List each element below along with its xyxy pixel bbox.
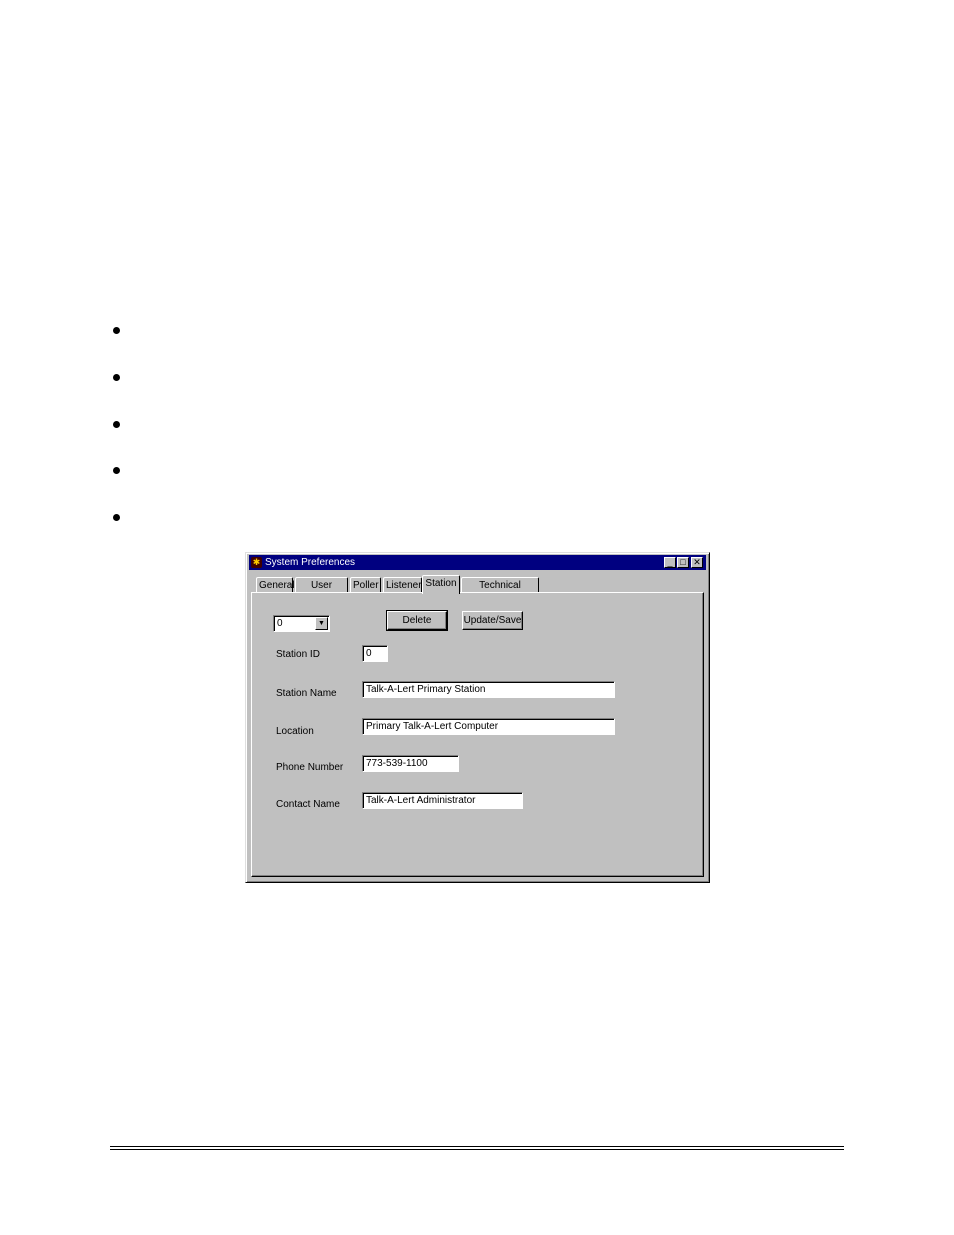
station-name-field[interactable]: Talk-A-Lert Primary Station: [362, 681, 615, 698]
phone-number-label: Phone Number: [276, 762, 344, 773]
delete-button[interactable]: Delete: [386, 610, 448, 631]
bullet-icon: [113, 327, 120, 334]
station-id-value: 0: [366, 648, 372, 659]
phone-number-field[interactable]: 773-539-1100: [362, 755, 459, 772]
tab-poller[interactable]: Poller: [350, 577, 381, 593]
chevron-down-icon[interactable]: ▼: [315, 617, 328, 630]
update-save-button-label: Update/Save: [463, 615, 522, 626]
bullet-icon: [113, 421, 120, 428]
tab-listener[interactable]: Listener: [383, 577, 422, 593]
maximize-icon: □: [680, 557, 686, 567]
station-id-field[interactable]: 0: [362, 645, 388, 662]
delete-button-label: Delete: [402, 615, 432, 626]
tab-label: Listener: [386, 580, 422, 591]
maximize-button[interactable]: □: [677, 557, 689, 568]
update-save-button[interactable]: Update/Save: [462, 611, 523, 630]
contact-name-label: Contact Name: [276, 799, 340, 810]
tab-station[interactable]: Station: [422, 575, 460, 594]
bullet-icon: [113, 514, 120, 521]
station-name-value: Talk-A-Lert Primary Station: [366, 684, 486, 695]
tab-label: Station: [425, 578, 457, 589]
app-icon[interactable]: ✱: [251, 557, 262, 568]
location-field[interactable]: Primary Talk-A-Lert Computer: [362, 718, 615, 735]
close-button[interactable]: ✕: [691, 557, 703, 568]
contact-name-field[interactable]: Talk-A-Lert Administrator: [362, 792, 523, 809]
footer-rule: [110, 1149, 844, 1150]
tab-general[interactable]: General: [256, 577, 295, 593]
station-id-label: Station ID: [276, 649, 320, 660]
bullet-icon: [113, 467, 120, 474]
station-name-label: Station Name: [276, 688, 337, 699]
location-value: Primary Talk-A-Lert Computer: [366, 721, 499, 732]
tab-label: General: [259, 580, 295, 591]
station-selector[interactable]: 0 ▼: [273, 615, 330, 632]
tab-technical-support[interactable]: Technical Support: [461, 577, 539, 606]
station-selector-value: 0: [277, 618, 283, 629]
contact-name-value: Talk-A-Lert Administrator: [366, 795, 476, 806]
tab-user-config[interactable]: User Config: [295, 577, 348, 606]
tab-label: Poller: [353, 580, 379, 591]
location-label: Location: [276, 726, 314, 737]
title-bar[interactable]: ✱ System Preferences _ □ ✕: [249, 555, 706, 570]
minimize-button[interactable]: _: [664, 557, 676, 568]
minimize-icon: _: [667, 557, 673, 567]
bullet-icon: [113, 374, 120, 381]
window-title: System Preferences: [265, 557, 356, 568]
close-icon: ✕: [693, 557, 701, 567]
phone-number-value: 773-539-1100: [366, 758, 428, 769]
footer-rule: [110, 1146, 844, 1147]
